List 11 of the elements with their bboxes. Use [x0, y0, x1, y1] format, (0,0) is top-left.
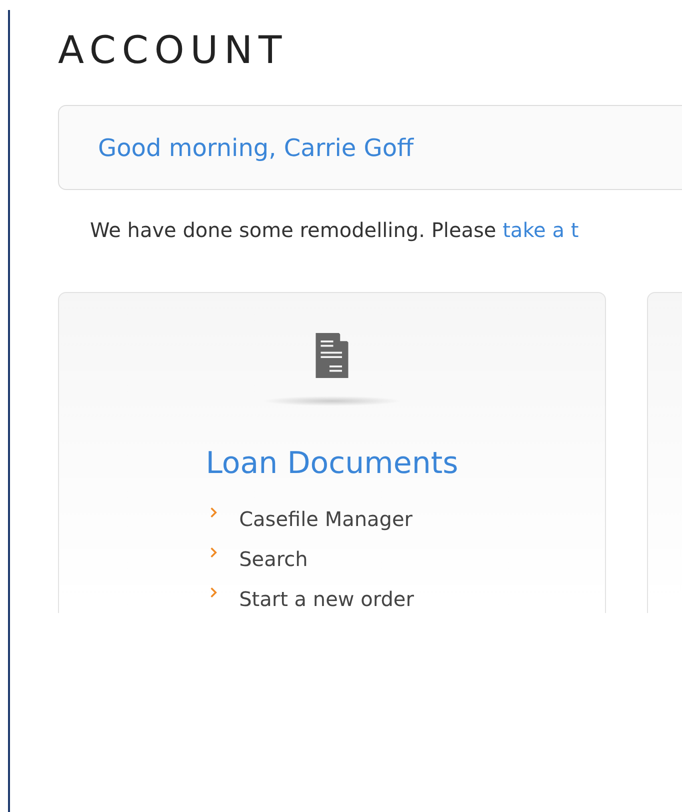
card-link[interactable]: Casefile Manager: [239, 505, 412, 533]
card-link[interactable]: Start a new order: [239, 585, 414, 613]
page-title: ACCOUNT: [58, 28, 289, 72]
tour-link[interactable]: take a t: [502, 218, 579, 242]
card-title-link[interactable]: Loan Documents: [206, 446, 458, 481]
chevron-icon: [210, 587, 218, 598]
chevron-icon: [210, 507, 218, 518]
card-link[interactable]: Search: [239, 545, 308, 573]
notice-text: We have done some remodelling. Please take a t: [90, 218, 580, 242]
chevron-icon: [210, 547, 218, 558]
greeting-text: Good morning, Carrie Goff: [98, 134, 414, 162]
